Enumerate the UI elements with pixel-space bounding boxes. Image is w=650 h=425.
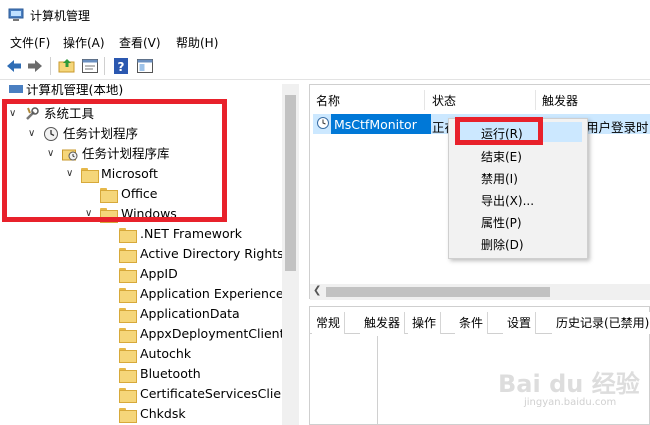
tree-item-dotnet-framework[interactable]: .NET Framework — [0, 224, 282, 244]
folder-icon — [119, 368, 137, 383]
scroll-left-icon[interactable]: ❮ — [313, 285, 321, 296]
tree-item-application-experience[interactable]: Application Experience — [0, 284, 284, 304]
forward-arrow-icon[interactable] — [26, 57, 44, 75]
task-trigger: 用户登录时 — [586, 120, 649, 135]
tree-item-label: Active Directory Rights M — [140, 246, 299, 261]
watermark-url: jingyan.baidu.com — [524, 397, 617, 408]
task-clock-icon — [317, 117, 329, 129]
tree-item-certificateservicesclient[interactable]: CertificateServicesClient — [0, 384, 294, 404]
tree-item-active-directory[interactable]: Active Directory Rights M — [0, 244, 298, 264]
tree-item-applicationdata[interactable]: ApplicationData — [0, 304, 282, 324]
menu-file[interactable]: 文件(F) — [10, 34, 50, 51]
tree-item-chkdsk[interactable]: Chkdsk — [0, 404, 282, 424]
tree-item-label: AppID — [140, 266, 178, 281]
tab-triggers[interactable]: 触发器 — [360, 312, 406, 334]
folder-icon — [119, 288, 137, 303]
folder-icon — [119, 348, 137, 363]
highlight-frame-tree — [2, 99, 227, 222]
menu-view[interactable]: 查看(V) — [119, 34, 161, 51]
highlight-frame-run — [455, 117, 543, 145]
tab-general[interactable]: 常规 — [312, 312, 346, 334]
tab-settings[interactable]: 设置 — [503, 312, 537, 334]
watermark-logo: Bai du 经验 — [498, 370, 640, 398]
help-icon[interactable]: ? — [112, 57, 130, 75]
folder-icon — [119, 408, 137, 423]
tree-item-label: Application Experience — [140, 286, 284, 301]
tree-item-label: Chkdsk — [140, 406, 186, 421]
tab-content-area — [312, 336, 378, 425]
tree-item-appxdeploymentclient[interactable]: AppxDeploymentClient — [0, 324, 285, 344]
show-pane-icon[interactable] — [136, 57, 154, 75]
menu-action[interactable]: 操作(A) — [63, 34, 105, 51]
task-list-scrollbar-thumb[interactable] — [326, 287, 550, 297]
tree-item-autochk[interactable]: Autochk — [0, 344, 282, 364]
tree-scrollbar-thumb[interactable] — [285, 95, 296, 271]
context-menu-properties[interactable]: 属性(P) — [481, 214, 522, 231]
column-divider — [535, 90, 536, 110]
tab-conditions[interactable]: 条件 — [455, 312, 489, 334]
title-bar: 计算机管理 — [0, 0, 650, 30]
tree-item-label: CertificateServicesClient — [140, 386, 294, 401]
tree-item-bluetooth[interactable]: Bluetooth — [0, 364, 282, 384]
column-header-status[interactable]: 状态 — [432, 92, 456, 109]
toolbar-separator — [104, 57, 105, 75]
folder-icon — [119, 308, 137, 323]
tree-item-label: .NET Framework — [140, 226, 243, 241]
tab-history[interactable]: 历史记录(已禁用) — [552, 312, 650, 334]
context-menu-end[interactable]: 结束(E) — [481, 148, 522, 165]
tree-item-appid[interactable]: AppID — [0, 264, 282, 284]
folder-icon — [119, 328, 137, 343]
tree-item-label: Bluetooth — [140, 366, 201, 381]
up-folder-icon[interactable] — [58, 57, 76, 75]
tree-item-label: ApplicationData — [140, 306, 240, 321]
task-name: MsCtfMonitor — [334, 117, 417, 132]
menu-bar: 文件(F) 操作(A) 查看(V) 帮助(H) — [0, 30, 650, 52]
context-menu-disable[interactable]: 禁用(I) — [481, 170, 518, 187]
folder-icon — [119, 248, 137, 263]
tree-item-label: 计算机管理(本地) — [26, 84, 124, 97]
column-header-trigger[interactable]: 触发器 — [542, 92, 578, 109]
folder-icon — [119, 228, 137, 243]
back-arrow-icon[interactable] — [5, 57, 23, 75]
context-menu-export[interactable]: 导出(X)... — [481, 192, 534, 209]
menu-help[interactable]: 帮助(H) — [176, 34, 218, 51]
context-menu-delete[interactable]: 删除(D) — [481, 236, 524, 253]
computer-management-icon — [9, 85, 23, 93]
column-header-name[interactable]: 名称 — [316, 92, 340, 109]
tree-item-label: Autochk — [140, 346, 192, 361]
tab-actions[interactable]: 操作 — [408, 312, 442, 334]
folder-icon — [119, 268, 137, 283]
window-title: 计算机管理 — [30, 9, 91, 23]
computer-management-icon — [8, 8, 24, 21]
toolbar-separator — [50, 57, 51, 75]
column-divider — [424, 90, 425, 110]
tree-item-label: AppxDeploymentClient — [140, 326, 285, 341]
svg-text:?: ? — [118, 60, 125, 74]
properties-icon[interactable] — [81, 57, 99, 75]
folder-icon — [119, 388, 137, 403]
toolbar: ? — [0, 52, 650, 80]
